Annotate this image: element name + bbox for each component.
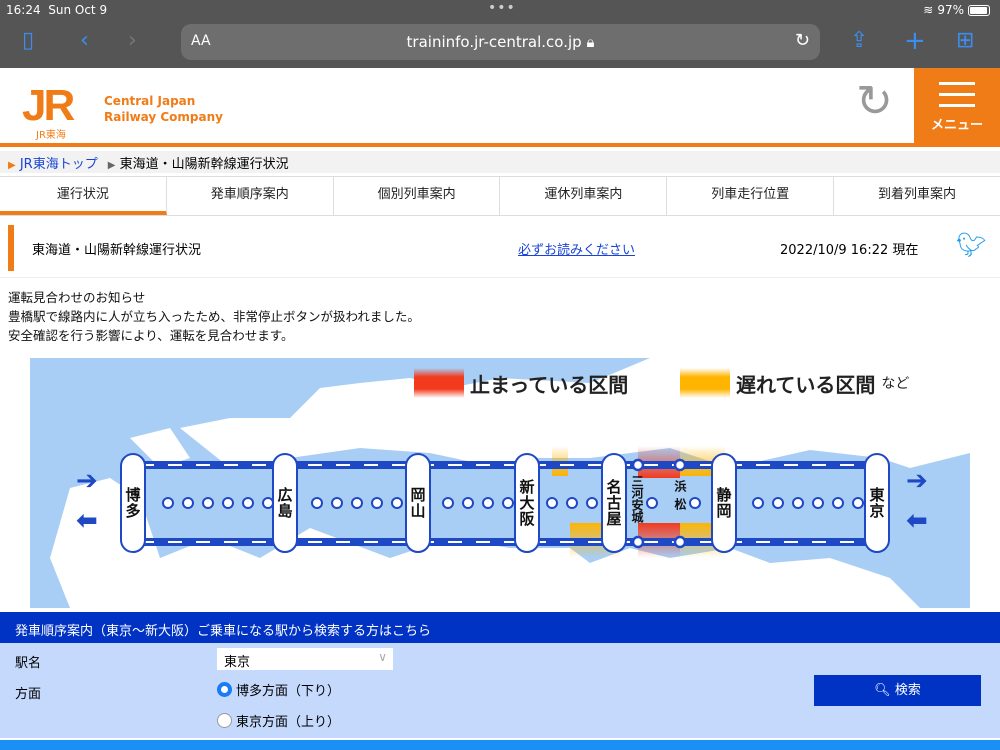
- direction-up-radio[interactable]: 東京方面（上り）: [217, 711, 340, 730]
- intermediate-station-dot: [812, 497, 824, 509]
- menu-label: メニュー: [930, 118, 983, 133]
- tabs-overview-icon[interactable]: ⊞: [956, 30, 974, 52]
- intermediate-station-dot: [391, 497, 403, 509]
- intermediate-station-dot: [202, 497, 214, 509]
- battery-icon: [968, 4, 990, 16]
- company-name: Central Japan Railway Company: [104, 94, 223, 124]
- lock-icon: 🔒︎: [586, 33, 595, 51]
- twitter-icon[interactable]: 🐦︎: [956, 231, 986, 259]
- intermediate-station-dot: [852, 497, 864, 509]
- station-mikawa-anjo[interactable]: 三河安城: [629, 475, 646, 523]
- intermediate-station-dot: [752, 497, 764, 509]
- menu-button[interactable]: メニュー: [914, 68, 1000, 147]
- tab-departure-order[interactable]: 発車順序案内: [167, 177, 334, 215]
- intermediate-station-dot: [311, 497, 323, 509]
- station-hiroshima[interactable]: 広島: [272, 453, 298, 553]
- station-hakata[interactable]: 博多: [120, 453, 146, 553]
- station-shin-osaka[interactable]: 新大阪: [514, 453, 540, 553]
- url-text[interactable]: traininfo.jr-central.co.jp 🔒︎: [181, 33, 820, 51]
- status-title-row: 東海道・山陽新幹線運行状況 必ずお読みください 2022/10/9 16:22 …: [0, 222, 1000, 278]
- tab-cancelled-trains[interactable]: 運休列車案内: [500, 177, 668, 215]
- back-icon[interactable]: ‹: [80, 30, 89, 52]
- logo-mark: JR: [22, 81, 75, 130]
- direction-down-radio[interactable]: 博多方面（下り）: [217, 680, 340, 699]
- hamburger-icon: [939, 82, 975, 107]
- intermediate-station-dot: [482, 497, 494, 509]
- arrow-left-icon: ⬅: [76, 506, 98, 536]
- jr-logo[interactable]: JR JR東海: [22, 81, 75, 142]
- tab-individual-train[interactable]: 個別列車案内: [334, 177, 501, 215]
- notice-line: 豊橋駅で線路内に人が立ち入ったため、非常停止ボタンが扱われました。: [8, 309, 420, 324]
- track-lines: [140, 458, 875, 549]
- breadcrumb: ▶ JR東海トップ ▶ 東海道・山陽新幹線運行状況: [0, 151, 1000, 173]
- intermediate-station-dot: [442, 497, 454, 509]
- departure-search-form: 駅名 方面 東京 ∨ 博多方面（下り） 東京方面（上り） 🔍︎ 検索: [0, 643, 1000, 738]
- station-nagoya[interactable]: 名古屋: [601, 453, 627, 553]
- direction-label: 方面: [15, 687, 42, 702]
- breadcrumb-current: 東海道・山陽新幹線運行状況: [119, 157, 289, 172]
- arrow-left-icon: ⬅: [906, 506, 928, 536]
- address-bar[interactable]: AA traininfo.jr-central.co.jp 🔒︎ ↻: [181, 24, 820, 60]
- intermediate-station-dot: [566, 497, 578, 509]
- route-map: 止まっている区間 遅れている区間 など ➔ ⬅ ➔ ⬅ 博多 広島 岡山 新大阪 …: [30, 358, 970, 608]
- intermediate-station-dot: [462, 497, 474, 509]
- intermediate-station-dot: [689, 497, 701, 509]
- tab-bar: 運行状況 発車順序案内 個別列車案内 運休列車案内 列車走行位置 到着列車案内: [0, 176, 1000, 216]
- notice: 運転見合わせのお知らせ 豊橋駅で線路内に人が立ち入ったため、非常停止ボタンが扱わ…: [8, 288, 420, 345]
- triangle-icon: ▶: [8, 160, 16, 171]
- notice-title: 運転見合わせのお知らせ: [8, 290, 146, 305]
- station-tokyo[interactable]: 東京: [864, 453, 890, 553]
- battery-percent: 97%: [937, 3, 964, 17]
- intermediate-station-dot: [242, 497, 254, 509]
- tab-train-position[interactable]: 列車走行位置: [667, 177, 835, 215]
- wifi-icon: ≋: [923, 3, 934, 17]
- clock: 16:24 Sun Oct 9: [6, 3, 108, 17]
- sidebar-icon[interactable]: ▯: [22, 30, 34, 52]
- station-hamamatsu[interactable]: 浜松: [672, 480, 689, 516]
- station-okayama[interactable]: 岡山: [405, 453, 431, 553]
- browser-toolbar: ▯ ‹ › AA traininfo.jr-central.co.jp 🔒︎ ↻…: [0, 20, 1000, 68]
- intermediate-station-dot: [586, 497, 598, 509]
- tab-arrivals[interactable]: 到着列車案内: [834, 177, 1000, 215]
- intermediate-station-dot: [832, 497, 844, 509]
- reload-icon[interactable]: ↻: [795, 30, 810, 51]
- arrow-right-icon: ➔: [76, 466, 98, 496]
- share-icon[interactable]: ⇪: [850, 30, 868, 52]
- new-tab-icon[interactable]: +: [904, 28, 926, 54]
- station-label: 駅名: [15, 656, 42, 671]
- intermediate-station-dot: [331, 497, 343, 509]
- battery-area: ≋ 97%: [923, 3, 990, 17]
- intermediate-station-dot: [371, 497, 383, 509]
- intermediate-station-dot: [222, 497, 234, 509]
- updated-timestamp: 2022/10/9 16:22 現在: [780, 243, 919, 258]
- station-shizuoka[interactable]: 静岡: [711, 453, 737, 553]
- page-title: 東海道・山陽新幹線運行状況: [32, 243, 202, 258]
- breadcrumb-home[interactable]: JR東海トップ: [20, 157, 98, 172]
- chevron-down-icon: ∨: [378, 650, 387, 664]
- intermediate-station-dot: [792, 497, 804, 509]
- status-bar: 16:24 Sun Oct 9 ••• ≋ 97%: [0, 0, 1000, 20]
- intermediate-station-dot: [646, 497, 658, 509]
- intermediate-station-dot: [772, 497, 784, 509]
- forward-icon[interactable]: ›: [128, 30, 137, 52]
- accent-bar: [8, 225, 14, 271]
- intermediate-station-dot: [182, 497, 194, 509]
- departure-search-header: 発車順序案内（東京〜新大阪）ご乗車になる駅から検索する方はこちら: [0, 612, 1000, 643]
- arrow-right-icon: ➔: [906, 466, 928, 496]
- triangle-icon: ▶: [107, 160, 116, 171]
- station-select[interactable]: 東京 ∨: [217, 648, 393, 670]
- site-header: JR JR東海 Central Japan Railway Company ↻ メニ…: [0, 68, 1000, 147]
- refresh-icon[interactable]: ↻: [856, 80, 893, 124]
- intermediate-station-dot: [351, 497, 363, 509]
- notice-line: 安全確認を行う影響により、運転を見合わせます。: [8, 328, 294, 343]
- footer-bar: [0, 740, 1000, 750]
- search-icon: 🔍︎: [874, 683, 891, 698]
- must-read-link[interactable]: 必ずお読みください: [518, 239, 635, 258]
- intermediate-station-dot: [546, 497, 558, 509]
- tab-operation-status[interactable]: 運行状況: [0, 177, 167, 215]
- intermediate-station-dot: [502, 497, 514, 509]
- intermediate-station-dot: [162, 497, 174, 509]
- search-button[interactable]: 🔍︎ 検索: [814, 675, 981, 706]
- multitasking-dots[interactable]: •••: [488, 0, 516, 16]
